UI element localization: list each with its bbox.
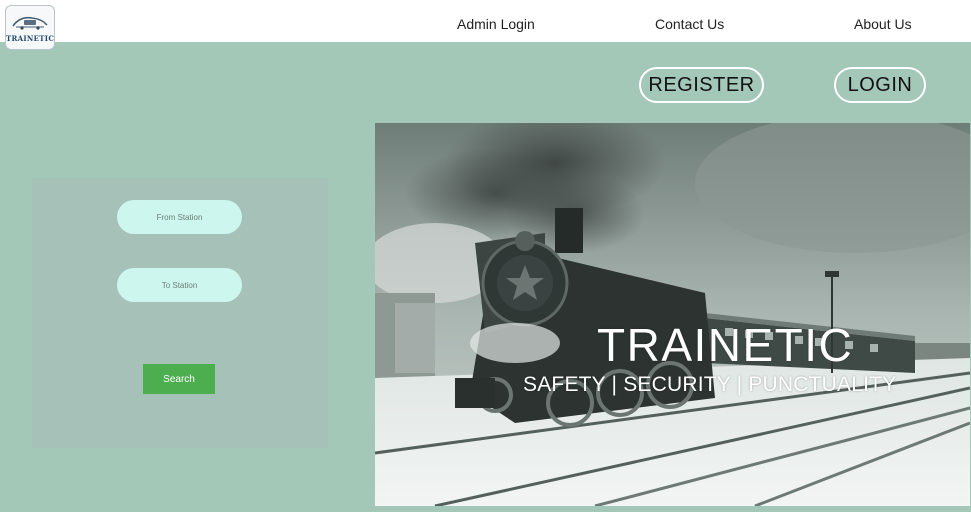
from-station-input[interactable]: [117, 200, 242, 234]
to-station-input[interactable]: [117, 268, 242, 302]
login-button[interactable]: LOGIN: [834, 67, 926, 103]
register-button[interactable]: REGISTER: [639, 67, 764, 103]
hero-tagline: SAFETY | SECURITY | PUNCTUALITY: [523, 373, 897, 396]
hero-title: TRAINETIC: [597, 319, 854, 371]
nav-about-us[interactable]: About Us: [854, 16, 912, 32]
brand-logo[interactable]: TRAINETIC: [5, 5, 55, 50]
search-panel: Search: [32, 178, 328, 448]
train-logo-icon: [12, 16, 48, 30]
nav-contact-us[interactable]: Contact Us: [655, 16, 724, 32]
logo-text: TRAINETIC: [6, 34, 55, 43]
top-navbar: TRAINETIC Admin Login Contact Us About U…: [0, 0, 971, 50]
search-button[interactable]: Search: [143, 364, 215, 394]
steam-locomotive-snow-photo: [375, 123, 970, 506]
nav-admin-login[interactable]: Admin Login: [457, 16, 535, 32]
hero-banner: TRAINETIC SAFETY | SECURITY | PUNCTUALIT…: [375, 123, 970, 506]
